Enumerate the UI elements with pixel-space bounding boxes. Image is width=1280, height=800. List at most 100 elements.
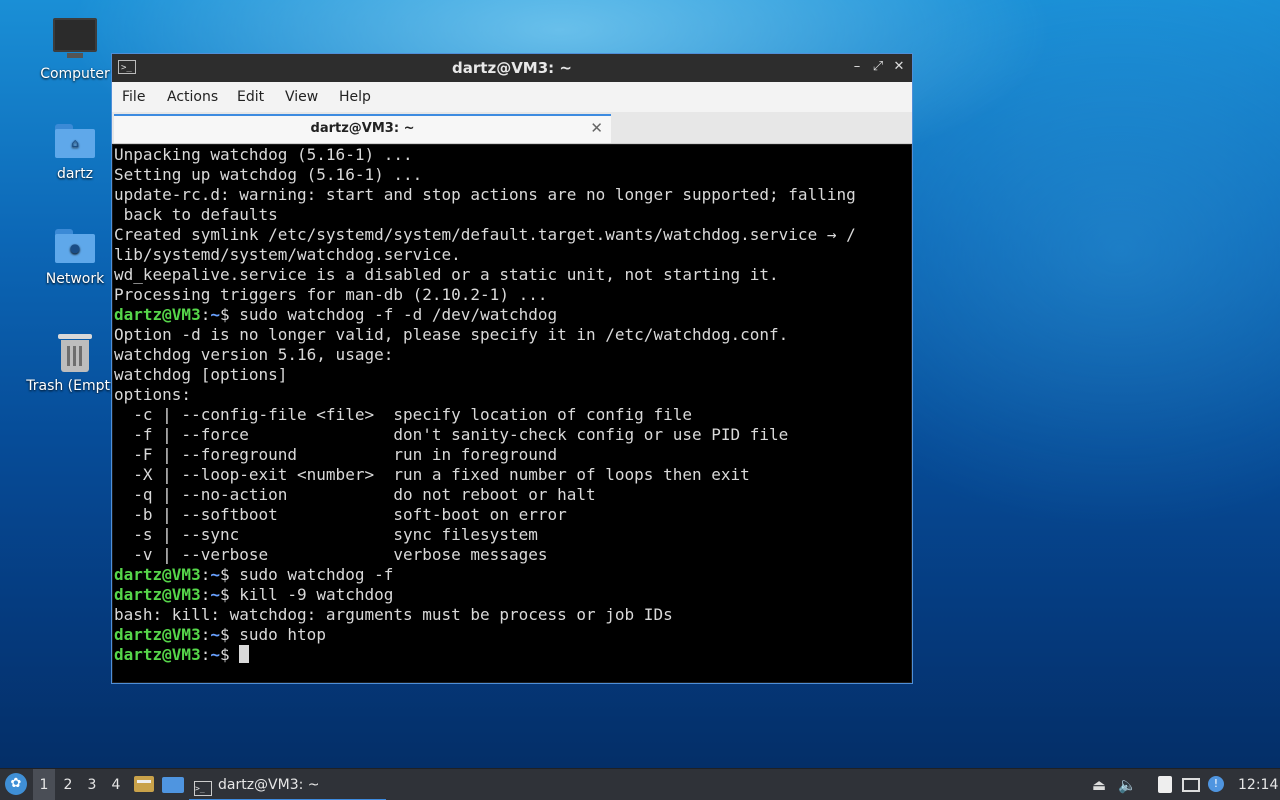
terminal-line: lib/systemd/system/watchdog.service. (113, 245, 911, 265)
task-label: dartz@VM3: ~ (218, 777, 320, 793)
eject-icon[interactable]: ⏏ (1090, 776, 1108, 794)
terminal-text: sudo watchdog -f -d /dev/watchdog (239, 305, 558, 324)
terminal-line: -c | --config-file <file> specify locati… (113, 405, 911, 425)
desktop-icon-computer[interactable]: Computer (25, 18, 125, 82)
maximize-button[interactable]: ⤢ (869, 58, 887, 76)
window-title: dartz@VM3: ~ (452, 59, 572, 77)
prompt-symbol: $ (219, 645, 240, 664)
workspace-4[interactable]: 4 (105, 769, 127, 800)
terminal-line: Setting up watchdog (5.16-1) ... (113, 165, 911, 185)
terminal-line: -F | --foreground run in foreground (113, 445, 911, 465)
prompt-path: ~ (210, 645, 220, 664)
menu-edit[interactable]: Edit (237, 89, 264, 105)
prompt-separator: : (200, 645, 211, 664)
terminal-line: bash: kill: watchdog: arguments must be … (113, 605, 911, 625)
tab-label: dartz@VM3: ~ (310, 121, 415, 136)
menubar: File Actions Edit View Help (112, 82, 912, 112)
prompt-separator: : (200, 565, 211, 584)
desktop-icon-trash[interactable]: Trash (Empty) (25, 332, 125, 394)
terminal-text: -c | --config-file <file> specify locati… (114, 405, 692, 424)
network-icon[interactable] (1182, 776, 1200, 794)
terminal-line: back to defaults (113, 205, 911, 225)
close-button[interactable]: ✕ (890, 58, 908, 76)
workspace-3[interactable]: 3 (81, 769, 103, 800)
terminal-line: watchdog version 5.16, usage: (113, 345, 911, 365)
workspace-2[interactable]: 2 (57, 769, 79, 800)
desktop-icon-label: Network (45, 271, 105, 287)
volume-icon[interactable]: 🔈 (1118, 776, 1137, 794)
terminal-line: Created symlink /etc/systemd/system/defa… (113, 225, 911, 245)
terminal-text: -s | --sync sync filesystem (114, 525, 538, 544)
terminal-line: Option -d is no longer valid, please spe… (113, 325, 911, 345)
network-folder-icon: ● (55, 229, 95, 263)
desktop-icon-label: dartz (56, 166, 94, 182)
clipboard-icon[interactable] (1156, 776, 1174, 794)
terminal-line: dartz@VM3:~$ kill -9 watchdog (113, 585, 911, 605)
terminal-line: dartz@VM3:~$ (113, 645, 911, 665)
terminal-text: lib/systemd/system/watchdog.service. (114, 245, 461, 264)
prompt-user: dartz@VM3 (114, 585, 201, 604)
terminal-line: Processing triggers for man-db (2.10.2-1… (113, 285, 911, 305)
prompt-user: dartz@VM3 (114, 645, 201, 664)
terminal-text: kill -9 watchdog (239, 585, 394, 604)
minimize-button[interactable]: – (848, 58, 866, 76)
terminal-text: back to defaults (114, 205, 278, 224)
prompt-symbol: $ (219, 305, 240, 324)
prompt-separator: : (200, 585, 211, 604)
file-manager-icon (134, 776, 154, 792)
terminal-line: update-rc.d: warning: start and stop act… (113, 185, 911, 205)
terminal-text: Setting up watchdog (5.16-1) ... (114, 165, 423, 184)
menu-file[interactable]: File (122, 89, 145, 105)
terminal-line: -X | --loop-exit <number> run a fixed nu… (113, 465, 911, 485)
window-titlebar[interactable]: >_ dartz@VM3: ~ – ⤢ ✕ (112, 54, 912, 82)
prompt-path: ~ (210, 625, 220, 644)
workspace-1[interactable]: 1 (33, 769, 55, 800)
desktop-icon-network[interactable]: ● Network (25, 229, 125, 287)
terminal-text: -b | --softboot soft-boot on error (114, 505, 567, 524)
prompt-symbol: $ (219, 585, 240, 604)
desktop-icon-label: Computer (40, 66, 110, 82)
terminal-text: watchdog [options] (114, 365, 288, 384)
tab-terminal[interactable]: dartz@VM3: ~ ✕ (114, 114, 611, 143)
home-folder-icon: ⌂ (55, 124, 95, 158)
taskbar: ✿ 1 2 3 4 >_ dartz@VM3: ~ ⏏ 🔈 ! 12:14 (0, 768, 1280, 800)
terminal-text: bash: kill: watchdog: arguments must be … (114, 605, 673, 624)
prompt-separator: : (200, 305, 211, 324)
terminal-text: sudo htop (239, 625, 326, 644)
terminal-line: wd_keepalive.service is a disabled or a … (113, 265, 911, 285)
terminal-line: options: (113, 385, 911, 405)
desktop-icon-label: Trash (Empty) (26, 378, 124, 394)
prompt-symbol: $ (219, 565, 240, 584)
clock[interactable]: 12:14 (1238, 769, 1278, 800)
terminal-text: -q | --no-action do not reboot or halt (114, 485, 596, 504)
terminal-text: options: (114, 385, 192, 404)
desktop-icon-home[interactable]: ⌂ dartz (25, 124, 125, 182)
terminal-text: -v | --verbose verbose messages (114, 545, 548, 564)
prompt-symbol: $ (219, 625, 240, 644)
terminal-line: dartz@VM3:~$ sudo watchdog -f (113, 565, 911, 585)
terminal-text: update-rc.d: warning: start and stop act… (114, 185, 856, 204)
menu-view[interactable]: View (285, 89, 318, 105)
terminal-text: sudo watchdog -f (239, 565, 394, 584)
tab-bar: dartz@VM3: ~ ✕ (112, 112, 912, 144)
updates-icon[interactable]: ! (1208, 776, 1226, 794)
terminal-window: >_ dartz@VM3: ~ – ⤢ ✕ File Actions Edit … (111, 53, 913, 684)
terminal-line: dartz@VM3:~$ sudo htop (113, 625, 911, 645)
quicklaunch-show-desktop[interactable] (162, 777, 184, 793)
terminal-text: -f | --force don't sanity-check config o… (114, 425, 789, 444)
terminal-output[interactable]: Unpacking watchdog (5.16-1) ... Setting u… (113, 145, 911, 682)
prompt-path: ~ (210, 585, 220, 604)
terminal-line: -f | --force don't sanity-check config o… (113, 425, 911, 445)
prompt-user: dartz@VM3 (114, 625, 201, 644)
terminal-text: Processing triggers for man-db (2.10.2-1… (114, 285, 548, 304)
menu-actions[interactable]: Actions (167, 89, 218, 105)
menu-help[interactable]: Help (339, 89, 371, 105)
prompt-user: dartz@VM3 (114, 305, 201, 324)
terminal-line: -v | --verbose verbose messages (113, 545, 911, 565)
prompt-path: ~ (210, 565, 220, 584)
tab-close-icon[interactable]: ✕ (590, 119, 603, 137)
prompt-user: dartz@VM3 (114, 565, 201, 584)
taskbar-task-terminal[interactable]: >_ dartz@VM3: ~ (189, 769, 386, 800)
quicklaunch-file-manager[interactable] (134, 776, 154, 794)
start-menu-button[interactable]: ✿ (5, 773, 27, 795)
